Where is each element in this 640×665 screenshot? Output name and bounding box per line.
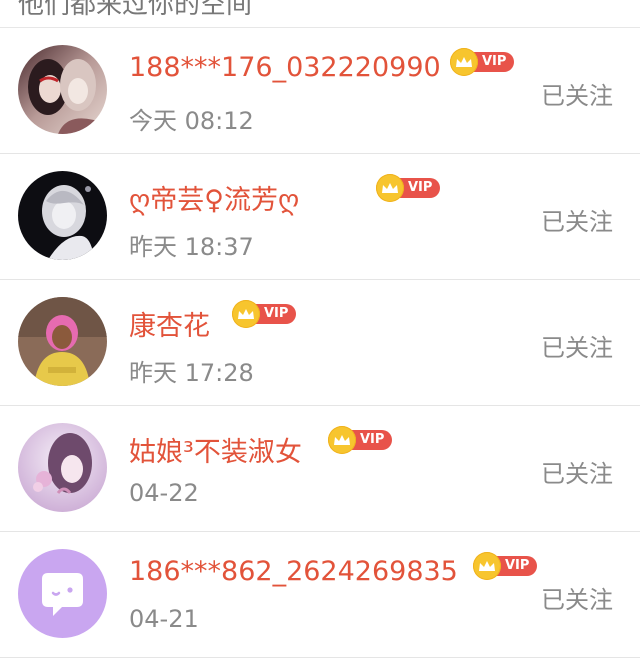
visit-time: 04-22 — [129, 479, 199, 507]
followed-button[interactable]: 已关注 — [541, 454, 613, 489]
anime-couple-avatar-image — [18, 45, 107, 134]
followed-button[interactable]: 已关注 — [541, 580, 613, 615]
crown-icon — [450, 48, 478, 76]
followed-button[interactable]: 已关注 — [541, 76, 613, 111]
anime-girl-flower-avatar-image — [18, 423, 107, 512]
crown-icon — [473, 552, 501, 580]
visitor-list: 188***176_032220990 VIP 今天 08:12 已关注 ღ帝芸… — [0, 28, 640, 658]
chat-bubble-icon — [18, 549, 107, 638]
crown-icon — [376, 174, 404, 202]
vip-badge: VIP — [328, 426, 393, 454]
visitor-name[interactable]: 康杏花 — [129, 304, 210, 343]
vip-badge: VIP — [473, 552, 538, 580]
avatar[interactable] — [18, 45, 107, 134]
list-item[interactable]: 186***862_2624269835 VIP 04-21 已关注 — [0, 532, 640, 658]
visitor-name[interactable]: 姑娘³不装淑女 — [129, 430, 302, 469]
header-partial-text: 他们都来过你的空间 — [18, 0, 253, 20]
list-item[interactable]: ღ帝芸♀流芳ღ VIP 昨天 18:37 已关注 — [0, 154, 640, 280]
list-item[interactable]: 188***176_032220990 VIP 今天 08:12 已关注 — [0, 28, 640, 154]
visit-time: 04-21 — [129, 605, 199, 633]
visitor-name[interactable]: ღ帝芸♀流芳ღ — [129, 178, 299, 217]
vip-badge: VIP — [232, 300, 297, 328]
list-header: 他们都来过你的空间 — [0, 0, 640, 28]
vip-badge: VIP — [376, 174, 441, 202]
followed-button[interactable]: 已关注 — [541, 202, 613, 237]
avatar[interactable] — [18, 423, 107, 512]
visit-time: 昨天 17:28 — [129, 359, 254, 387]
vip-badge: VIP — [450, 48, 515, 76]
avatar[interactable] — [18, 171, 107, 260]
visitor-name[interactable]: 186***862_2624269835 — [129, 556, 458, 587]
avatar[interactable] — [18, 297, 107, 386]
photo-child-avatar-image — [18, 297, 107, 386]
list-item[interactable]: 姑娘³不装淑女 VIP 04-22 已关注 — [0, 406, 640, 532]
followed-button[interactable]: 已关注 — [541, 328, 613, 363]
anime-girl-dark-avatar-image — [18, 171, 107, 260]
crown-icon — [232, 300, 260, 328]
visit-time: 今天 08:12 — [129, 107, 254, 135]
crown-icon — [328, 426, 356, 454]
list-item[interactable]: 康杏花 VIP 昨天 17:28 已关注 — [0, 280, 640, 406]
avatar[interactable] — [18, 549, 107, 638]
visit-time: 昨天 18:37 — [129, 233, 254, 261]
visitor-name[interactable]: 188***176_032220990 — [129, 52, 441, 83]
